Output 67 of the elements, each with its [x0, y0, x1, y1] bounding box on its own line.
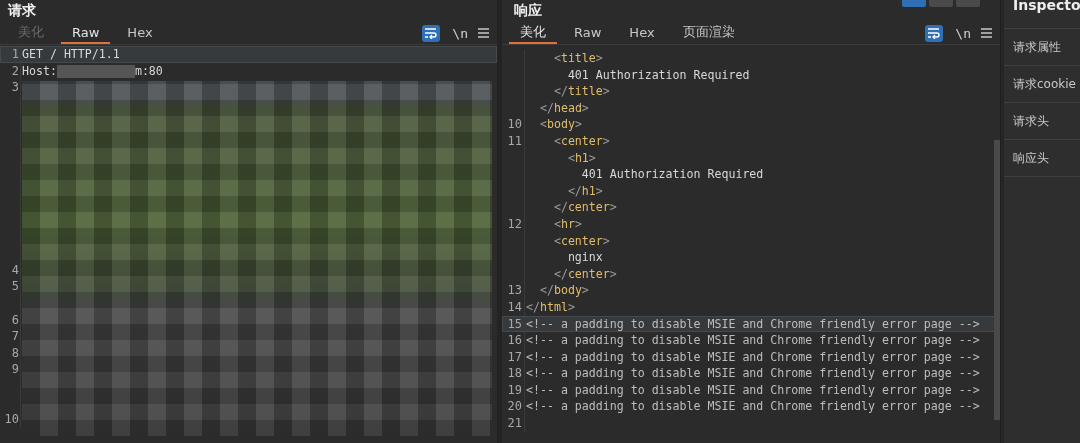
- code-line: <!-- a padding to disable MSIE and Chrome friendly error page -->: [526, 348, 980, 366]
- code-line: Host:: [22, 62, 57, 80]
- line-number: 16: [507, 333, 522, 348]
- code-line: <h1>: [566, 149, 596, 167]
- line-number: 12: [507, 216, 522, 231]
- line-number: 10: [507, 117, 522, 132]
- code-line: </h1>: [566, 182, 603, 200]
- code-line: </center>: [552, 265, 617, 283]
- line-number: 8: [11, 345, 19, 360]
- tab[interactable]: 美化: [509, 22, 557, 44]
- tab[interactable]: Raw: [61, 22, 111, 44]
- tab[interactable]: Hex: [116, 22, 164, 44]
- line-number: 4: [11, 262, 19, 277]
- line-number: 18: [507, 366, 522, 381]
- code-line: </body>: [538, 282, 589, 299]
- line-number: 13: [507, 283, 522, 298]
- code-line: 401 Authorization Required: [580, 166, 764, 183]
- line-number: 17: [507, 349, 522, 364]
- wrap-toggle-icon[interactable]: [422, 24, 441, 42]
- line-number: 2: [11, 63, 19, 78]
- code-line: <body>: [538, 116, 582, 133]
- line-number: 5: [11, 279, 19, 294]
- line-number: 14: [507, 299, 522, 314]
- line-number: 19: [507, 382, 522, 397]
- line-number: 7: [11, 329, 19, 344]
- tab[interactable]: Hex: [618, 22, 666, 44]
- panel-title: 请求: [8, 1, 36, 20]
- line-number: 1: [11, 47, 19, 61]
- menu-icon[interactable]: [981, 28, 992, 38]
- code-line: <!-- a padding to disable MSIE and Chrome friendly error page -->: [526, 315, 980, 333]
- inspector-section[interactable]: 请求属性: [1004, 29, 1080, 66]
- line-number: 15: [507, 316, 522, 331]
- line-number: 10: [4, 412, 19, 427]
- newline-toggle[interactable]: \n: [955, 22, 971, 44]
- code-line: <!-- a padding to disable MSIE and Chrome friendly error page -->: [526, 398, 980, 416]
- scrollbar[interactable]: [994, 140, 1000, 420]
- code-line: <!-- a padding to disable MSIE and Chrome friendly error page -->: [526, 332, 980, 349]
- code-line: <!-- a padding to disable MSIE and Chrome friendly error page -->: [526, 365, 980, 382]
- inspector-section[interactable]: 响应头: [1004, 140, 1080, 177]
- line-number: 3: [11, 80, 19, 95]
- line-number: 6: [11, 312, 19, 327]
- code-line: <center>: [552, 232, 610, 250]
- code-line: <center>: [552, 132, 610, 150]
- panel-title: 响应: [514, 1, 542, 20]
- line-number: 9: [11, 362, 19, 377]
- inspector-title: Inspecto: [1004, 0, 1080, 29]
- menu-icon[interactable]: [478, 28, 489, 38]
- code-line: <!-- a padding to disable MSIE and Chrome friendly error page -->: [526, 381, 980, 399]
- line-number: 21: [507, 416, 522, 431]
- line-number: 20: [507, 399, 522, 414]
- code-line: </center>: [552, 199, 617, 216]
- code-line: 401 Authorization Required: [566, 66, 750, 84]
- tab[interactable]: Raw: [563, 22, 613, 44]
- inspector-section[interactable]: 请求头: [1004, 103, 1080, 140]
- wrap-toggle-icon[interactable]: [925, 24, 944, 42]
- line-number: 11: [507, 133, 522, 148]
- code-line: <hr>: [552, 215, 582, 233]
- code-line: nginx: [566, 249, 603, 266]
- code-line: </html>: [526, 298, 575, 316]
- newline-toggle[interactable]: \n: [452, 22, 468, 44]
- code-line: GET / HTTP/1.1: [22, 46, 120, 63]
- code-line: </title>: [552, 83, 610, 100]
- inspector-section[interactable]: 请求cookie: [1004, 66, 1080, 103]
- code-line: <title>: [552, 50, 603, 67]
- code-line: m:80: [134, 62, 163, 80]
- code-line: </head>: [538, 99, 589, 117]
- tab[interactable]: 页面渲染: [671, 22, 746, 44]
